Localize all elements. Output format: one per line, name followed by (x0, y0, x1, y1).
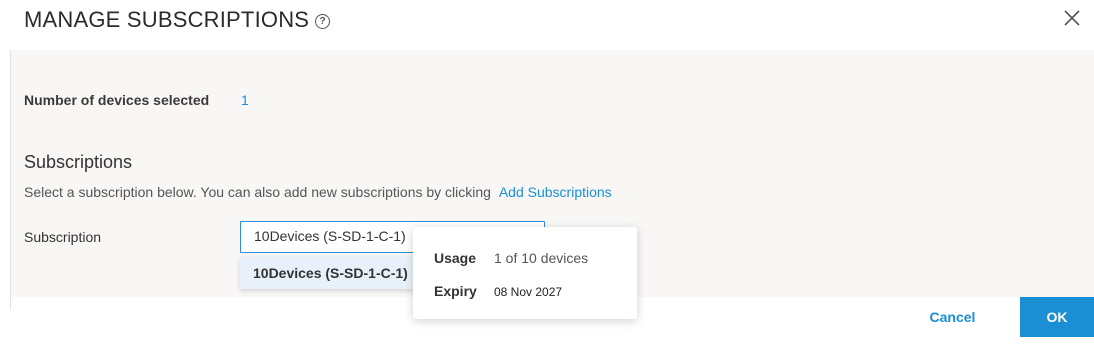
expiry-label: Expiry (434, 283, 477, 299)
subscriptions-description: Select a subscription below. You can als… (24, 184, 612, 200)
dialog-title: MANAGE SUBSCRIPTIONS (24, 7, 310, 32)
ok-button[interactable]: OK (1020, 297, 1094, 337)
usage-value: 1 of 10 devices (494, 250, 589, 266)
dialog-header: MANAGE SUBSCRIPTIONS ? (24, 7, 331, 33)
close-icon[interactable] (1062, 8, 1082, 28)
subscription-details-tooltip: Usage 1 of 10 devices Expiry 08 Nov 2027 (413, 227, 637, 319)
panel-divider (10, 50, 11, 310)
question-circle-icon[interactable]: ? (315, 14, 331, 29)
expiry-value: 08 Nov 2027 (494, 285, 563, 299)
devices-selected-count: 1 (241, 92, 249, 108)
usage-label: Usage (434, 250, 477, 266)
subscription-field-label: Subscription (24, 229, 102, 245)
devices-selected-label: Number of devices selected (24, 92, 210, 108)
add-subscriptions-link[interactable]: Add Subscriptions (499, 184, 612, 200)
cancel-button[interactable]: Cancel (905, 297, 1000, 337)
subscriptions-heading: Subscriptions (24, 152, 133, 172)
subscription-option[interactable]: 10Devices (S-SD-1-C-1) (240, 257, 420, 289)
subscriptions-description-text: Select a subscription below. You can als… (24, 184, 491, 200)
